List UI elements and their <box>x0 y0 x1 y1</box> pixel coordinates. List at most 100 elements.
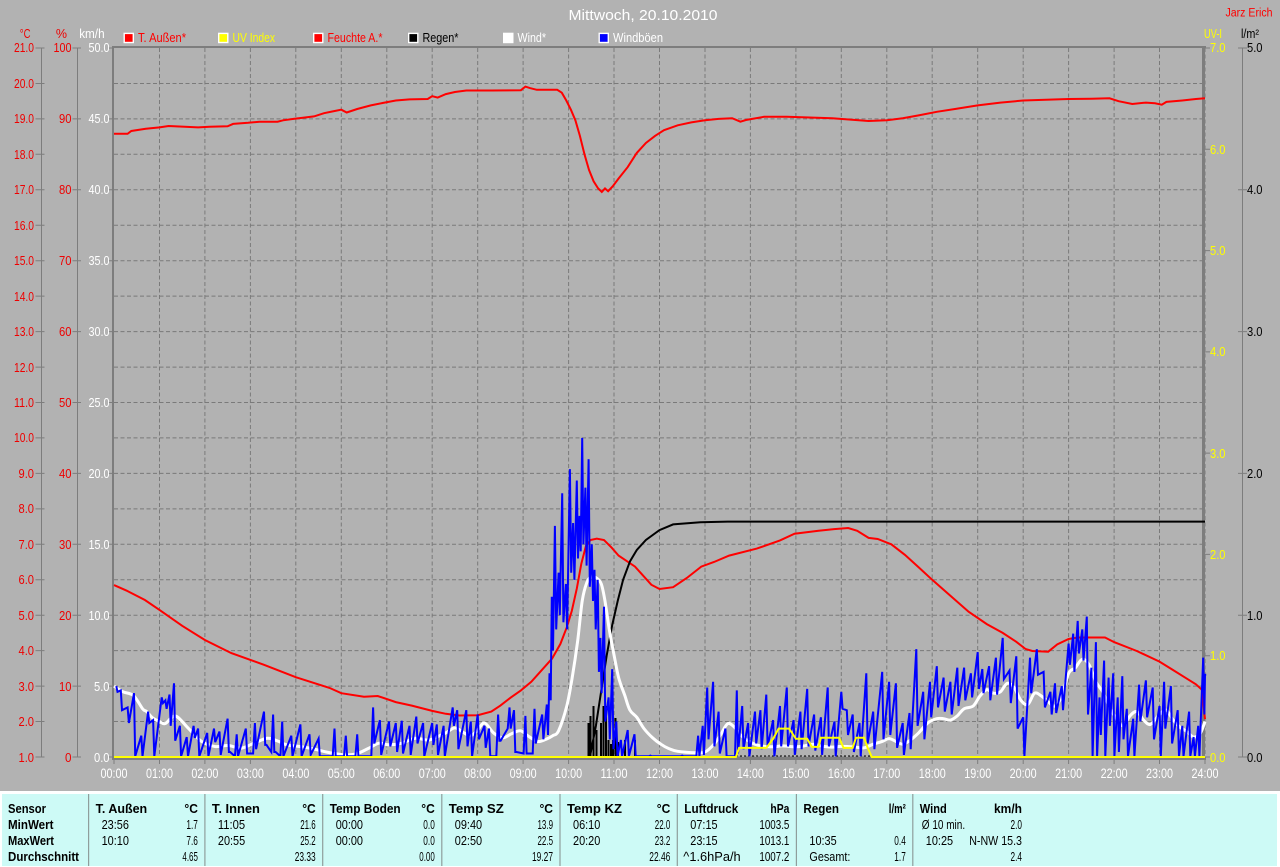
svg-text:Jarz Erich: Jarz Erich <box>1226 8 1273 20</box>
svg-text:°C: °C <box>540 802 554 816</box>
svg-text:T. Außen: T. Außen <box>96 802 148 816</box>
svg-text:4.0: 4.0 <box>19 643 35 658</box>
svg-text:5.0: 5.0 <box>1247 40 1263 55</box>
svg-text:20:55: 20:55 <box>218 834 245 848</box>
svg-text:0.0: 0.0 <box>423 818 435 832</box>
svg-text:25.2: 25.2 <box>300 834 316 848</box>
svg-text:0.0: 0.0 <box>94 750 110 765</box>
svg-text:°C: °C <box>421 802 435 816</box>
svg-text:15.0: 15.0 <box>14 253 34 268</box>
svg-text:Gesamt:: Gesamt: <box>809 850 850 864</box>
svg-text:Luftdruck: Luftdruck <box>684 802 738 816</box>
svg-text:2.0: 2.0 <box>1247 466 1263 481</box>
svg-text:02:50: 02:50 <box>455 834 482 848</box>
svg-text:km/h: km/h <box>994 802 1022 816</box>
svg-text:Temp KZ: Temp KZ <box>567 802 622 816</box>
svg-text:20:00: 20:00 <box>1010 766 1037 781</box>
svg-text:l/m²: l/m² <box>1241 27 1259 41</box>
svg-text:6.0: 6.0 <box>19 572 35 587</box>
svg-text:10:00: 10:00 <box>555 766 582 781</box>
svg-text:24:00: 24:00 <box>1192 766 1219 781</box>
svg-text:30.0: 30.0 <box>89 324 110 339</box>
svg-text:10:10: 10:10 <box>102 834 129 848</box>
svg-text:MinWert: MinWert <box>8 818 54 832</box>
svg-text:0.0: 0.0 <box>423 834 435 848</box>
svg-text:MaxWert: MaxWert <box>8 834 55 848</box>
svg-text:8.0: 8.0 <box>19 501 35 516</box>
svg-text:07:15: 07:15 <box>690 818 717 832</box>
svg-text:T. Außen*: T. Außen* <box>138 31 186 45</box>
svg-text:19.27: 19.27 <box>532 850 553 864</box>
svg-text:00:00: 00:00 <box>336 834 363 848</box>
svg-text:°C: °C <box>184 802 198 816</box>
svg-text:10: 10 <box>59 679 72 694</box>
svg-text:90: 90 <box>59 111 72 126</box>
svg-text:40: 40 <box>59 466 72 481</box>
svg-text:3.0: 3.0 <box>19 679 35 694</box>
svg-text:N-NW 15.3: N-NW 15.3 <box>969 834 1022 848</box>
svg-text:10.0: 10.0 <box>89 608 110 623</box>
svg-text:Mittwoch, 20.10.2010: Mittwoch, 20.10.2010 <box>569 7 718 24</box>
svg-text:Sensor: Sensor <box>8 802 46 816</box>
svg-text:5.0: 5.0 <box>19 608 35 623</box>
svg-text:06:10: 06:10 <box>573 818 600 832</box>
svg-text:2.4: 2.4 <box>1011 850 1023 864</box>
svg-text:Temp SZ: Temp SZ <box>449 802 504 816</box>
svg-text:Ø 10 min.: Ø 10 min. <box>922 818 965 832</box>
svg-text:11:05: 11:05 <box>218 818 245 832</box>
svg-text:3.0: 3.0 <box>1247 324 1263 339</box>
svg-text:°C: °C <box>657 802 671 816</box>
svg-text:23.33: 23.33 <box>295 850 316 864</box>
svg-text:4.65: 4.65 <box>182 850 198 864</box>
svg-text:22.0: 22.0 <box>655 818 671 832</box>
svg-text:10:35: 10:35 <box>809 834 836 848</box>
svg-text:Windböen: Windböen <box>613 31 663 45</box>
svg-text:50.0: 50.0 <box>89 40 110 55</box>
svg-text:16:00: 16:00 <box>828 766 855 781</box>
svg-text:03:00: 03:00 <box>237 766 264 781</box>
svg-text:20.0: 20.0 <box>89 466 110 481</box>
svg-text:00:00: 00:00 <box>336 818 363 832</box>
svg-text:15.0: 15.0 <box>89 537 110 552</box>
svg-text:04:00: 04:00 <box>282 766 309 781</box>
svg-text:20: 20 <box>59 608 72 623</box>
svg-text:12:00: 12:00 <box>646 766 673 781</box>
svg-text:1.7: 1.7 <box>186 818 198 832</box>
svg-text:Durchschnitt: Durchschnitt <box>8 850 80 864</box>
svg-text:10.0: 10.0 <box>14 430 34 445</box>
svg-text:0.00: 0.00 <box>419 850 435 864</box>
svg-text:21:00: 21:00 <box>1055 766 1082 781</box>
svg-text:20:20: 20:20 <box>573 834 600 848</box>
svg-text:23:56: 23:56 <box>102 818 129 832</box>
svg-text:T. Innen: T. Innen <box>212 802 260 816</box>
svg-text:14.0: 14.0 <box>14 289 34 304</box>
svg-text:°C: °C <box>302 802 316 816</box>
svg-text:0: 0 <box>65 750 72 765</box>
svg-text:13:00: 13:00 <box>691 766 718 781</box>
svg-text:02:00: 02:00 <box>191 766 218 781</box>
svg-text:23.2: 23.2 <box>655 834 671 848</box>
svg-text:2.0: 2.0 <box>1011 818 1023 832</box>
svg-text:3.0: 3.0 <box>1210 446 1226 461</box>
svg-text:30: 30 <box>59 537 72 552</box>
svg-text:100: 100 <box>54 40 72 55</box>
svg-text:12.0: 12.0 <box>14 360 34 375</box>
svg-text:18:00: 18:00 <box>919 766 946 781</box>
svg-text:09:00: 09:00 <box>510 766 537 781</box>
svg-text:14:00: 14:00 <box>737 766 764 781</box>
svg-text:11.0: 11.0 <box>14 395 34 410</box>
svg-text:00:00: 00:00 <box>101 766 128 781</box>
svg-text:0.4: 0.4 <box>894 834 906 848</box>
svg-text:km/h: km/h <box>79 27 104 41</box>
svg-text:21.0: 21.0 <box>14 40 34 55</box>
svg-text:35.0: 35.0 <box>89 253 110 268</box>
svg-text:23:15: 23:15 <box>690 834 717 848</box>
svg-text:21.6: 21.6 <box>300 818 316 832</box>
svg-text:Wind*: Wind* <box>518 31 547 45</box>
svg-text:22:00: 22:00 <box>1101 766 1128 781</box>
svg-text:18.0: 18.0 <box>14 147 34 162</box>
svg-text:1.0: 1.0 <box>1247 608 1263 623</box>
svg-text:45.0: 45.0 <box>89 111 110 126</box>
svg-text:Regen*: Regen* <box>423 31 459 45</box>
svg-text:10:25: 10:25 <box>926 834 953 848</box>
